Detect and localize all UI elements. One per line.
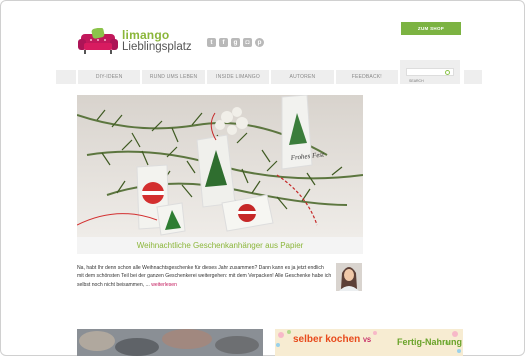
site-logo[interactable]: limango Lieblingsplatz	[78, 26, 218, 62]
pinterest-icon[interactable]: p	[255, 38, 264, 47]
search-icon[interactable]	[445, 70, 451, 75]
teaser-image-left[interactable]	[77, 329, 263, 356]
nav-item-diy[interactable]: DIY-IDEEN	[78, 70, 141, 84]
search-area	[400, 60, 461, 85]
instagram-icon[interactable]: ◘	[243, 38, 252, 47]
christmas-tags-photo: Frohes Fest	[77, 95, 363, 237]
main-navigation: DIY-IDEEN RUND UMS LEBEN INSIDE LIMANGO …	[56, 60, 483, 85]
author-avatar[interactable]	[336, 263, 362, 291]
social-icons: t f g ◘ p	[207, 38, 264, 47]
brand-subtitle: Lieblingsplatz	[122, 41, 192, 53]
post-excerpt: Na, habt Ihr denn schon alle Weihnachtsg…	[77, 264, 332, 289]
teaser-image-right[interactable]: selber kochen VS Fertig-Nahrung	[275, 329, 463, 356]
teaser-right-vs: VS	[363, 338, 372, 344]
read-more-link[interactable]: weiterlesen	[151, 282, 177, 288]
post-excerpt-text: Na, habt Ihr denn schon alle Weihnachtsg…	[77, 265, 332, 288]
twitter-icon[interactable]: t	[207, 38, 216, 47]
post-title[interactable]: Weihnachtliche Geschenkanhänger aus Papi…	[77, 237, 363, 254]
nav-spacer	[56, 70, 76, 84]
nav-item-rund-ums-leben[interactable]: RUND UMS LEBEN	[142, 70, 205, 84]
nav-item-feedback[interactable]: FEEDBACK!	[335, 70, 399, 84]
teaser-right-title: selber kochen VS	[293, 334, 371, 345]
brand-name: limango	[122, 28, 170, 42]
teaser-right-sub: Fertig-Nahrung	[397, 337, 462, 347]
facebook-icon[interactable]: f	[219, 38, 228, 47]
google-plus-icon[interactable]: g	[231, 38, 240, 47]
nav-spacer-end	[464, 70, 483, 84]
search-box[interactable]	[406, 68, 455, 85]
teaser-left-photo	[77, 329, 263, 356]
teaser-right-main: selber kochen	[293, 334, 361, 345]
nav-item-autoren[interactable]: AUTOREN	[271, 70, 334, 84]
shop-button[interactable]: ZUM SHOP	[401, 22, 461, 35]
nav-item-inside-limango[interactable]: INSIDE LIMANGO	[206, 70, 270, 84]
hero-image[interactable]: Frohes Fest	[77, 95, 363, 237]
author-photo	[336, 263, 362, 291]
sofa-logo-icon	[78, 28, 118, 54]
search-input[interactable]	[407, 77, 444, 85]
